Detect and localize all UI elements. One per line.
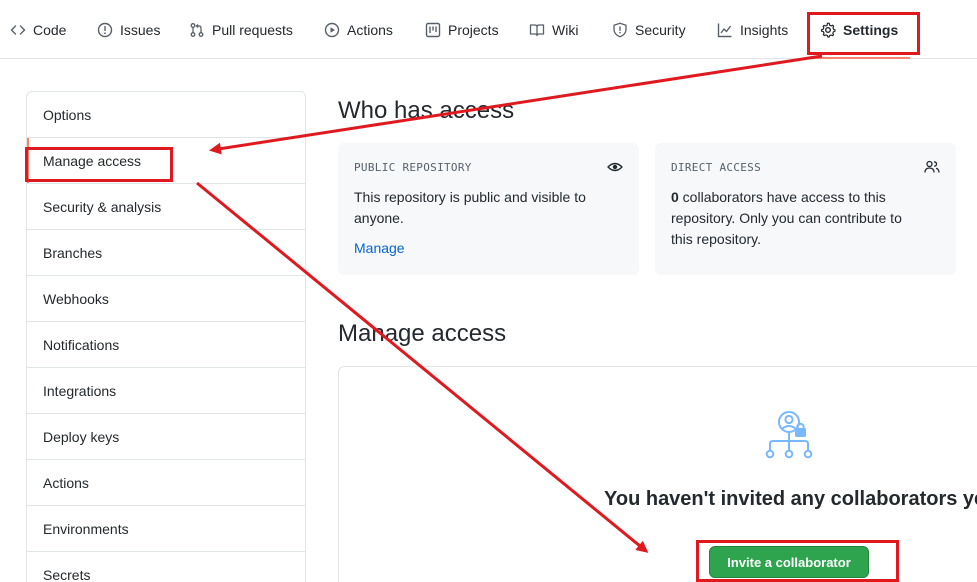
sidebar-item-label: Manage access	[43, 152, 142, 169]
tab-label: Security	[635, 21, 686, 38]
public-repository-card: PUBLIC REPOSITORY This repository is pub…	[338, 143, 639, 275]
manage-access-heading: Manage access	[338, 320, 507, 347]
sidebar-item-branches[interactable]: Branches	[27, 230, 305, 276]
sidebar-item-label: Webhooks	[43, 290, 109, 307]
tab-issues[interactable]: Issues	[97, 0, 160, 59]
tab-label: Projects	[448, 21, 499, 38]
book-icon	[529, 22, 545, 38]
manage-link[interactable]: Manage	[354, 240, 405, 256]
sidebar-item-notifications[interactable]: Notifications	[27, 322, 305, 368]
repo-nav: Code Issues Pull requests Actions Projec…	[0, 0, 977, 59]
empty-state-title: You haven't invited any collaborators ye…	[604, 488, 977, 510]
tab-label: Settings	[843, 21, 899, 38]
sidebar-item-manage-access[interactable]: Manage access	[27, 138, 305, 184]
play-icon	[324, 22, 340, 38]
tab-label: Actions	[347, 21, 393, 38]
sidebar-item-label: Secrets	[43, 566, 91, 582]
tab-label: Issues	[120, 21, 161, 38]
tab-code[interactable]: Code	[10, 0, 66, 59]
tab-label: Insights	[740, 21, 789, 38]
shield-icon	[612, 22, 628, 38]
invite-collaborator-button[interactable]: Invite a collaborator	[709, 546, 869, 578]
tab-label: Pull requests	[212, 21, 293, 38]
people-icon	[924, 159, 940, 175]
eye-icon	[607, 159, 623, 175]
sidebar-item-label: Deploy keys	[43, 428, 120, 445]
sidebar-item-label: Actions	[43, 474, 89, 491]
sidebar-item-label: Notifications	[43, 336, 120, 353]
tab-security[interactable]: Security	[612, 0, 686, 59]
sidebar-item-label: Environments	[43, 520, 129, 537]
sidebar-item-environments[interactable]: Environments	[27, 506, 305, 552]
graph-icon	[717, 22, 733, 38]
tab-wiki[interactable]: Wiki	[529, 0, 578, 59]
collaborators-empty-state	[338, 366, 977, 582]
card-caption: PUBLIC REPOSITORY	[354, 161, 472, 174]
card-text: 0 collaborators have access to this repo…	[671, 187, 921, 250]
tab-actions[interactable]: Actions	[324, 0, 393, 59]
card-text: This repository is public and visible to…	[354, 189, 586, 226]
tab-label: Code	[33, 21, 67, 38]
gear-icon	[820, 22, 836, 38]
sidebar-item-secrets[interactable]: Secrets	[27, 552, 305, 582]
sidebar-item-webhooks[interactable]: Webhooks	[27, 276, 305, 322]
who-has-access-heading: Who has access	[338, 97, 515, 124]
tab-insights[interactable]: Insights	[717, 0, 788, 59]
tab-label: Wiki	[552, 21, 579, 38]
collaborator-count: 0	[671, 189, 679, 205]
settings-sidebar: Options Manage access Security & analysi…	[26, 91, 306, 582]
sidebar-item-integrations[interactable]: Integrations	[27, 368, 305, 414]
sidebar-item-actions[interactable]: Actions	[27, 460, 305, 506]
sidebar-item-label: Integrations	[43, 382, 117, 399]
direct-access-card: DIRECT ACCESS 0 collaborators have acces…	[655, 143, 956, 275]
sidebar-item-options[interactable]: Options	[27, 92, 305, 138]
sidebar-item-label: Security & analysis	[43, 198, 162, 215]
tab-projects[interactable]: Projects	[425, 0, 499, 59]
sidebar-item-security-analysis[interactable]: Security & analysis	[27, 184, 305, 230]
tab-pull-requests[interactable]: Pull requests	[189, 0, 293, 59]
collaborators-lock-icon	[762, 410, 818, 462]
sidebar-item-label: Branches	[43, 244, 103, 261]
issue-opened-icon	[97, 22, 113, 38]
code-icon	[10, 22, 26, 38]
sidebar-item-deploy-keys[interactable]: Deploy keys	[27, 414, 305, 460]
tab-settings[interactable]: Settings	[809, 0, 911, 59]
sidebar-item-label: Options	[43, 106, 92, 123]
project-icon	[425, 22, 441, 38]
card-caption: DIRECT ACCESS	[671, 161, 761, 174]
git-pull-request-icon	[189, 22, 205, 38]
card-text-body: collaborators have access to this reposi…	[671, 189, 902, 247]
